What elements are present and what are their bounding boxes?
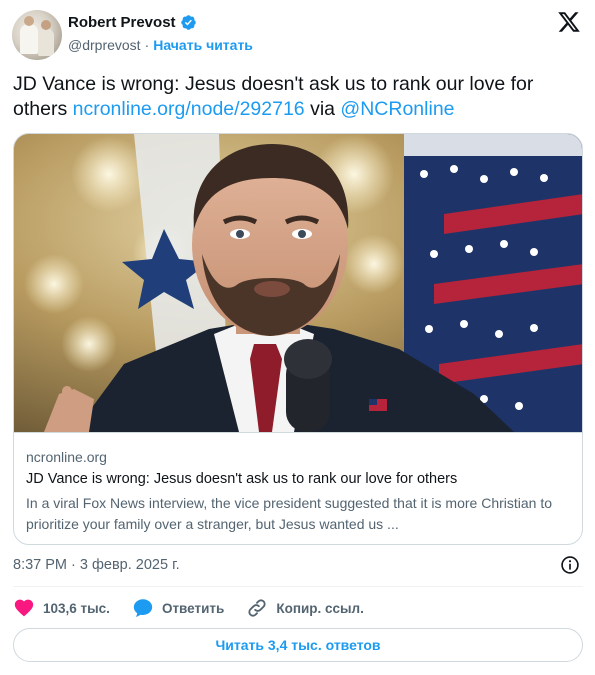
follow-button[interactable]: Начать читать: [153, 37, 253, 53]
read-replies-button[interactable]: Читать 3,4 тыс. ответов: [13, 628, 583, 662]
card-photo: [14, 134, 582, 432]
tweet-header: Robert Prevost @drprevost · Начать читать: [12, 10, 583, 60]
link-preview-card[interactable]: ncronline.org JD Vance is wrong: Jesus d…: [13, 133, 583, 545]
card-meta: ncronline.org JD Vance is wrong: Jesus d…: [14, 432, 582, 544]
x-logo-icon[interactable]: [557, 10, 581, 34]
info-icon[interactable]: [560, 555, 580, 575]
reply-label: Ответить: [161, 600, 225, 616]
card-title[interactable]: JD Vance is wrong: Jesus doesn't ask us …: [26, 471, 457, 487]
reply-button[interactable]: Ответить: [132, 597, 224, 619]
card-domain: ncronline.org: [26, 449, 107, 465]
avatar[interactable]: [12, 10, 62, 60]
separator-dot: ·: [144, 37, 150, 53]
tweet-via: via: [304, 98, 341, 120]
tweet-text: JD Vance is wrong: Jesus doesn't ask us …: [13, 72, 583, 122]
tweet-timestamp[interactable]: 8:37 PM · 3 февр. 2025 г.: [13, 557, 180, 573]
author-handle-row: @drprevost · Начать читать: [68, 37, 253, 53]
card-image[interactable]: [14, 134, 582, 432]
divider: [13, 586, 583, 587]
action-bar: 103,6 тыс. Ответить Копир. ссыл.: [13, 597, 386, 619]
tweet-mention[interactable]: @NCRonline: [340, 98, 454, 120]
card-description: In a viral Fox News interview, the vice …: [26, 495, 553, 532]
avatar-head-right: [41, 20, 51, 30]
author-handle[interactable]: @drprevost: [68, 37, 141, 53]
like-button[interactable]: 103,6 тыс.: [13, 597, 110, 619]
reply-bubble-icon: [133, 599, 153, 618]
heart-icon: [14, 599, 34, 617]
author-name[interactable]: Robert Prevost: [68, 14, 176, 31]
copy-link-button[interactable]: Копир. ссыл.: [246, 597, 364, 619]
tweet-link[interactable]: ncronline.org/node/292716: [73, 98, 305, 120]
verified-badge-icon: [180, 15, 196, 30]
avatar-head-left: [24, 16, 34, 26]
like-count: 103,6 тыс.: [43, 600, 110, 616]
copy-link-label: Копир. ссыл.: [276, 600, 364, 616]
link-icon: [248, 599, 266, 617]
avatar-figure-left: [20, 24, 38, 54]
avatar-figure-right: [38, 28, 54, 56]
author-name-row: Robert Prevost: [68, 14, 197, 31]
